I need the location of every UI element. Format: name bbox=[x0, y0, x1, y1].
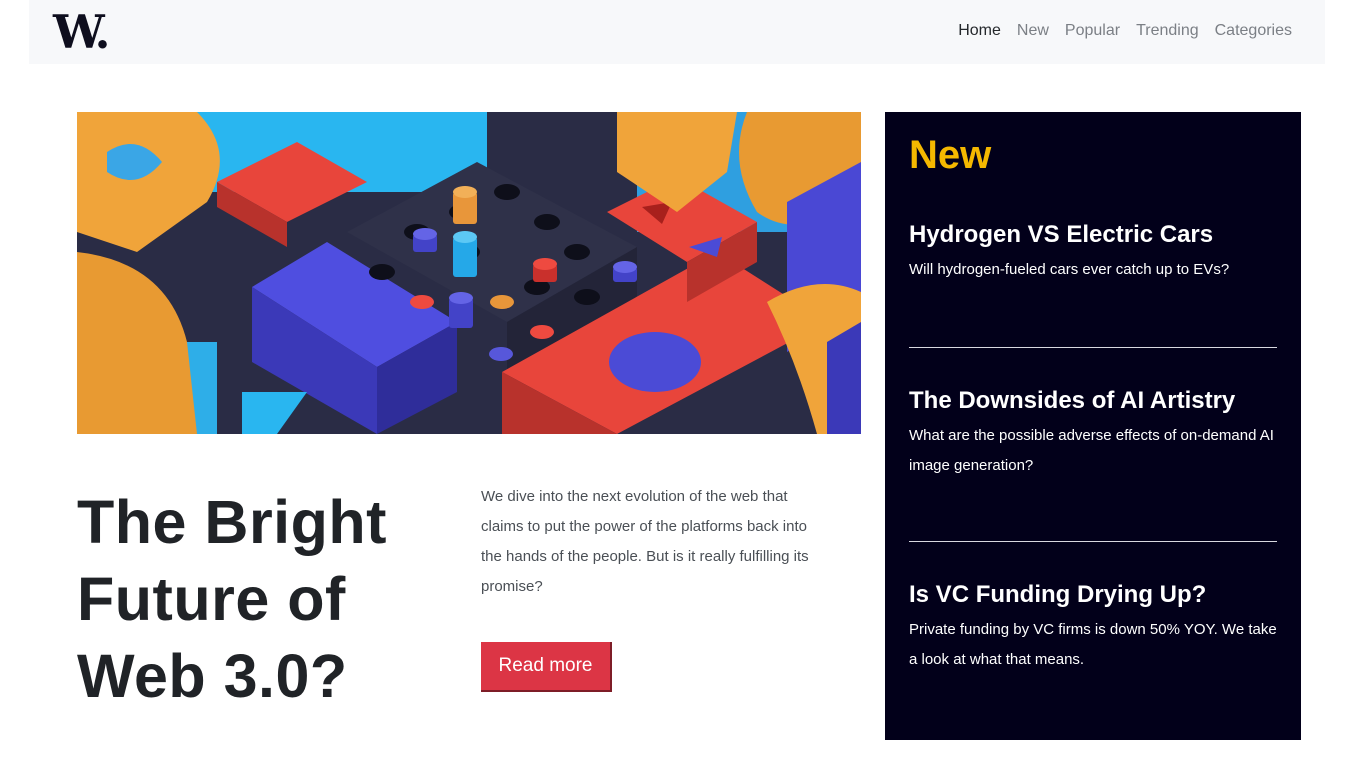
article-title[interactable]: Hydrogen VS Electric Cars bbox=[909, 220, 1277, 250]
main-nav: Home New Popular Trending Categories bbox=[958, 21, 1292, 41]
nav-new[interactable]: New bbox=[1017, 21, 1049, 41]
hero-image bbox=[77, 112, 861, 434]
hero-description: We dive into the next evolution of the w… bbox=[481, 488, 809, 595]
sidebar-article[interactable]: Is VC Funding Drying Up? Private funding… bbox=[909, 580, 1277, 675]
article-summary: Will hydrogen-fueled cars ever catch up … bbox=[909, 261, 1230, 278]
hero-title: The Bright Future of Web 3.0? bbox=[77, 488, 387, 710]
article-title[interactable]: The Downsides of AI Artistry bbox=[909, 386, 1277, 416]
top-navbar: W. Home New Popular Trending Categories bbox=[29, 0, 1325, 64]
article-title[interactable]: Is VC Funding Drying Up? bbox=[909, 580, 1277, 610]
nav-home[interactable]: Home bbox=[958, 21, 1001, 41]
nav-categories[interactable]: Categories bbox=[1215, 21, 1292, 41]
brand-logo[interactable]: W. bbox=[53, 6, 110, 58]
sidebar-heading: New bbox=[909, 133, 992, 177]
sidebar-article[interactable]: Hydrogen VS Electric Cars Will hydrogen-… bbox=[909, 220, 1277, 285]
article-summary: What are the possible adverse effects of… bbox=[909, 427, 1274, 474]
divider bbox=[909, 347, 1277, 348]
read-more-button[interactable]: Read more bbox=[481, 642, 612, 692]
nav-popular[interactable]: Popular bbox=[1065, 21, 1120, 41]
nav-trending[interactable]: Trending bbox=[1136, 21, 1199, 41]
article-summary: Private funding by VC firms is down 50% … bbox=[909, 621, 1277, 668]
new-articles-sidebar: New Hydrogen VS Electric Cars Will hydro… bbox=[885, 112, 1301, 740]
sidebar-article[interactable]: The Downsides of AI Artistry What are th… bbox=[909, 386, 1277, 481]
divider bbox=[909, 541, 1277, 542]
